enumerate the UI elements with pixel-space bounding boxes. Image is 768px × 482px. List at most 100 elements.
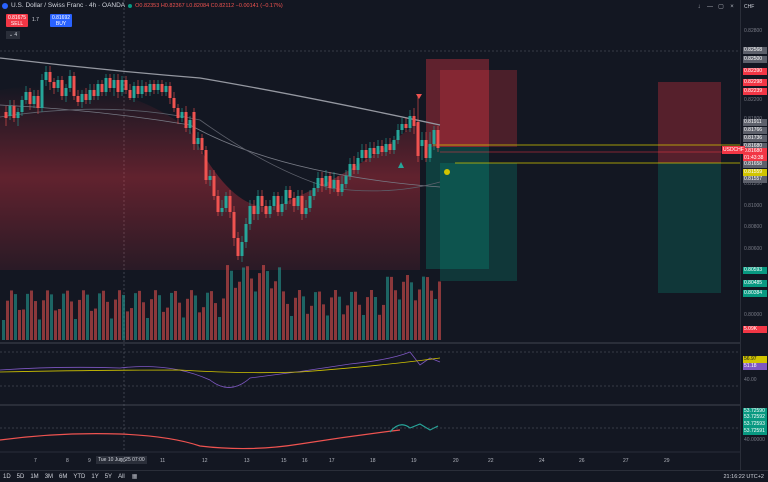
volume-bar xyxy=(354,291,357,340)
volume-bar xyxy=(434,298,437,340)
rsi-label: 51.18 xyxy=(743,363,767,370)
time-axis-label: 11 xyxy=(160,458,166,464)
candle-body xyxy=(92,90,96,96)
volume-bar xyxy=(290,315,293,340)
candle-body xyxy=(196,138,200,144)
timeframe-button[interactable]: YTD xyxy=(70,474,88,480)
currency-label[interactable]: CHF xyxy=(744,4,754,10)
volume-bar xyxy=(78,299,81,340)
candle-body xyxy=(384,144,388,152)
volume-bar xyxy=(174,290,177,340)
timeframe-button[interactable]: 5Y xyxy=(102,474,115,480)
timeframe-button[interactable]: All xyxy=(115,474,128,480)
candle-body xyxy=(292,198,296,206)
candle-body xyxy=(240,242,244,256)
volume-bar xyxy=(358,304,361,340)
sell-button[interactable]: 0.81675 SELL xyxy=(6,14,28,27)
candle-body xyxy=(40,80,44,108)
chart-area[interactable]: U.S. Dollar / Swiss Franc · 4h · OANDA O… xyxy=(0,0,740,470)
time-axis-label: 24 xyxy=(539,458,545,464)
candle-body xyxy=(268,206,272,214)
candle-body xyxy=(360,150,364,158)
minimize-icon[interactable]: — xyxy=(706,3,714,11)
candle-body xyxy=(140,86,144,94)
price-chart[interactable] xyxy=(0,0,740,470)
candle-body xyxy=(88,90,92,100)
timeframe-button[interactable]: 6M xyxy=(56,474,70,480)
volume-bar xyxy=(346,305,349,340)
price-tag: 0.82500 xyxy=(743,56,767,63)
candle-body xyxy=(156,84,160,90)
volume-bar xyxy=(306,313,309,340)
candle-body xyxy=(64,88,68,96)
candle-body xyxy=(276,196,280,212)
price-tag: 0.80485 xyxy=(743,280,767,287)
time-axis-label: 29 xyxy=(664,458,670,464)
candle-body xyxy=(100,84,104,92)
maximize-icon[interactable]: ▢ xyxy=(717,3,725,11)
price-tag: 0.81911 xyxy=(743,119,767,126)
time-axis-label: 19 xyxy=(411,458,417,464)
price-tag: 0.81557 xyxy=(743,176,767,183)
time-axis-label: 17 xyxy=(329,458,335,464)
buy-label: BUY xyxy=(55,21,67,27)
indicator-collapse-button[interactable]: ⌄ 4 xyxy=(6,31,20,39)
candle-body xyxy=(280,204,284,212)
candle-body xyxy=(420,140,424,146)
volume-bar xyxy=(418,289,421,340)
volume-bar xyxy=(178,302,181,340)
candle-body xyxy=(132,86,136,98)
time-axis-label: 7 xyxy=(34,458,37,464)
volume-bar xyxy=(398,299,401,340)
candle-body xyxy=(308,196,312,208)
candle-body xyxy=(208,176,212,180)
volume-bar xyxy=(382,304,385,340)
price-tag: 0.80593 xyxy=(743,267,767,274)
price-scale[interactable]: CHF 0.828000.822000.818000.816000.814000… xyxy=(740,0,768,470)
candle-body xyxy=(144,86,148,92)
timeframe-button[interactable]: 1M xyxy=(27,474,41,480)
candle-body xyxy=(260,196,264,206)
buy-button[interactable]: 0.81692 BUY xyxy=(50,14,72,27)
candle-body xyxy=(324,176,328,186)
candle-body xyxy=(16,112,20,118)
price-tag: 0.81658 xyxy=(743,161,767,168)
candle-body xyxy=(344,176,348,184)
volume-bar xyxy=(230,270,233,340)
price-tag: 0.81766 xyxy=(743,127,767,134)
volume-bar xyxy=(386,276,389,340)
candle-body xyxy=(424,140,428,158)
calendar-icon[interactable]: ▦ xyxy=(132,473,138,480)
volume-bar xyxy=(138,290,141,340)
volume-bar xyxy=(374,297,377,340)
time-axis-label: 16 xyxy=(302,458,308,464)
position-reward-2 xyxy=(440,163,517,281)
candle-body xyxy=(148,84,152,92)
timeframe-button[interactable]: 3M xyxy=(42,474,56,480)
close-icon[interactable]: × xyxy=(728,3,736,11)
price-grid-label: 0.81000 xyxy=(744,203,763,209)
arrow-down-icon[interactable]: ↓ xyxy=(695,3,703,11)
candle-body xyxy=(328,176,332,188)
candle-body xyxy=(60,80,64,96)
volume-bar xyxy=(154,290,157,340)
timeframe-button[interactable]: 1D xyxy=(0,474,14,480)
volume-bar xyxy=(402,281,405,340)
timeframe-button[interactable]: 1Y xyxy=(88,474,101,480)
volume-bar xyxy=(294,297,297,340)
candle-body xyxy=(432,130,436,144)
volume-bar xyxy=(214,303,217,340)
volume-bar xyxy=(170,292,173,340)
volume-bar xyxy=(122,294,125,340)
timeframe-button[interactable]: 5D xyxy=(14,474,28,480)
volume-bar xyxy=(330,297,333,340)
clock[interactable]: 21:16:22 UTC+2 xyxy=(723,474,764,480)
symbol-title[interactable]: U.S. Dollar / Swiss Franc · 4h · OANDA xyxy=(11,2,125,9)
candle-body xyxy=(56,80,60,88)
volume-bar xyxy=(362,314,365,340)
candle-body xyxy=(128,90,132,98)
candle-body xyxy=(48,72,52,82)
oscillator-label: 53.72593 xyxy=(743,421,767,428)
volume-bar xyxy=(130,308,133,340)
volume-bar xyxy=(142,302,145,340)
